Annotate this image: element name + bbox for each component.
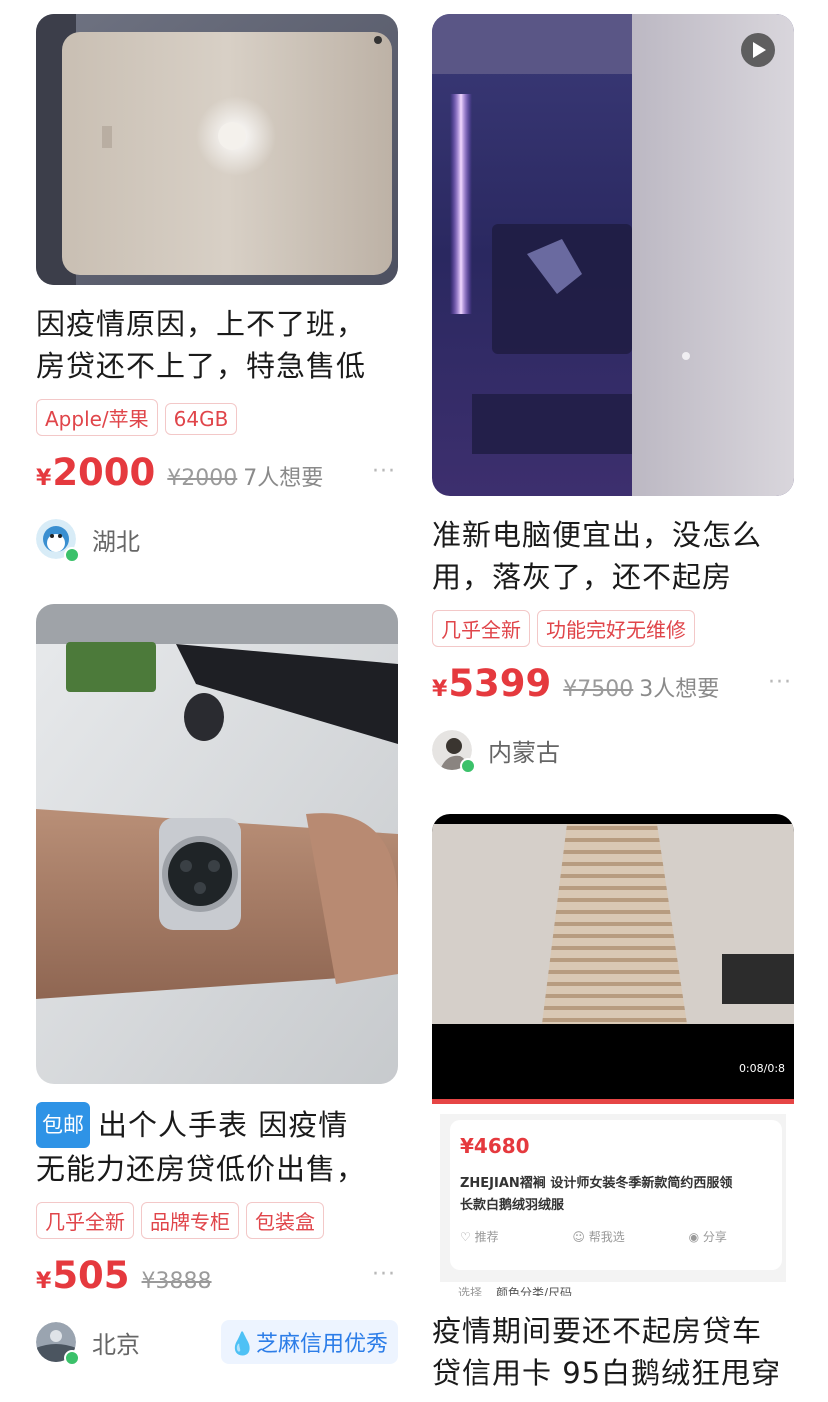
price-row: ¥505 ¥3888 ··· bbox=[36, 1254, 398, 1300]
product-card[interactable]: 0:08/0:8 ¥4680 ZHEJIAN褶裥 设计师女装冬季新款简约西服领 … bbox=[432, 814, 794, 1394]
seller-info[interactable]: 内蒙古 bbox=[432, 728, 794, 774]
tag: 功能完好无维修 bbox=[537, 610, 695, 647]
more-icon[interactable]: ··· bbox=[372, 459, 396, 484]
original-price: ¥7500 bbox=[563, 677, 634, 702]
seller-location: 内蒙古 bbox=[488, 739, 560, 767]
currency-symbol: ¥ bbox=[36, 466, 52, 491]
seller-location: 北京 bbox=[92, 1331, 140, 1359]
tag: 几乎全新 bbox=[36, 1202, 134, 1239]
tag: 包装盒 bbox=[246, 1202, 324, 1239]
free-shipping-badge: 包邮 bbox=[36, 1102, 90, 1148]
sesame-credit-icon: 💧 bbox=[228, 1332, 256, 1357]
tag: 几乎全新 bbox=[432, 610, 530, 647]
more-icon[interactable]: ··· bbox=[768, 670, 792, 695]
wants-count: 7人想要 bbox=[243, 466, 324, 491]
product-image[interactable] bbox=[432, 14, 794, 496]
help-icon: ☺ bbox=[572, 1230, 589, 1244]
price-row: ¥5399 ¥7500 3人想要 ··· bbox=[432, 662, 794, 708]
online-status-dot bbox=[64, 547, 80, 563]
share-icon: ◉ bbox=[688, 1230, 703, 1244]
product-image[interactable] bbox=[36, 604, 398, 1084]
product-title[interactable]: 因疫情原因，上不了班， 房贷还不上了，特急售低 bbox=[36, 303, 398, 387]
tag: Apple/苹果 bbox=[36, 399, 158, 436]
seller-info[interactable]: 湖北 bbox=[36, 517, 398, 563]
original-price: ¥2000 bbox=[167, 466, 238, 491]
tag-list: Apple/苹果 64GB bbox=[36, 399, 398, 437]
wants-count: 3人想要 bbox=[639, 677, 720, 702]
price-row: ¥2000 ¥2000 7人想要 ··· bbox=[36, 451, 398, 497]
embedded-product-panel: ¥4680 ZHEJIAN褶裥 设计师女装冬季新款简约西服领 长款白鹅绒羽绒服 … bbox=[440, 1114, 786, 1296]
online-status-dot bbox=[460, 758, 476, 774]
product-title[interactable]: 包邮 出个人手表 因疫情 无能力还房贷低价出售， bbox=[36, 1102, 398, 1190]
product-title[interactable]: 准新电脑便宜出，没怎么 用，落灰了，还不起房 bbox=[432, 514, 794, 598]
embedded-product-name: 长款白鹅绒羽绒服 bbox=[460, 1198, 565, 1213]
heart-icon: ♡ bbox=[460, 1230, 475, 1244]
product-card[interactable]: 因疫情原因，上不了班， 房贷还不上了，特急售低 Apple/苹果 64GB ¥20… bbox=[36, 14, 398, 563]
seller-info[interactable]: 北京 💧芝麻信用优秀 bbox=[36, 1320, 398, 1366]
embedded-price: ¥4680 bbox=[460, 1134, 530, 1158]
price: 2000 bbox=[52, 451, 156, 494]
product-card[interactable]: 包邮 出个人手表 因疫情 无能力还房贷低价出售， 几乎全新 品牌专柜 包装盒 ¥505… bbox=[36, 604, 398, 1366]
video-time: 0:08/0:8 bbox=[739, 1062, 785, 1075]
tag-list: 几乎全新 功能完好无维修 bbox=[432, 610, 794, 648]
product-image[interactable] bbox=[36, 14, 398, 285]
product-card[interactable]: 准新电脑便宜出，没怎么 用，落灰了，还不起房 几乎全新 功能完好无维修 ¥5399… bbox=[432, 14, 794, 774]
currency-symbol: ¥ bbox=[36, 1269, 52, 1294]
price: 505 bbox=[52, 1254, 130, 1297]
tag: 64GB bbox=[164, 403, 238, 435]
price: 5399 bbox=[448, 662, 552, 705]
original-price: ¥3888 bbox=[141, 1269, 212, 1294]
tag: 品牌专柜 bbox=[141, 1202, 239, 1239]
online-status-dot bbox=[64, 1350, 80, 1366]
more-icon[interactable]: ··· bbox=[372, 1262, 396, 1287]
tag-list: 几乎全新 品牌专柜 包装盒 bbox=[36, 1202, 398, 1240]
embedded-product-name: ZHEJIAN褶裥 设计师女装冬季新款简约西服领 bbox=[460, 1176, 733, 1191]
currency-symbol: ¥ bbox=[432, 677, 448, 702]
seller-location: 湖北 bbox=[92, 528, 140, 556]
product-title[interactable]: 疫情期间要还不起房贷车 贷信用卡 95白鹅绒狂甩穿 bbox=[432, 1310, 794, 1394]
credit-badge: 💧芝麻信用优秀 bbox=[220, 1320, 398, 1364]
product-image[interactable]: 0:08/0:8 ¥4680 ZHEJIAN褶裥 设计师女装冬季新款简约西服领 … bbox=[432, 814, 794, 1296]
